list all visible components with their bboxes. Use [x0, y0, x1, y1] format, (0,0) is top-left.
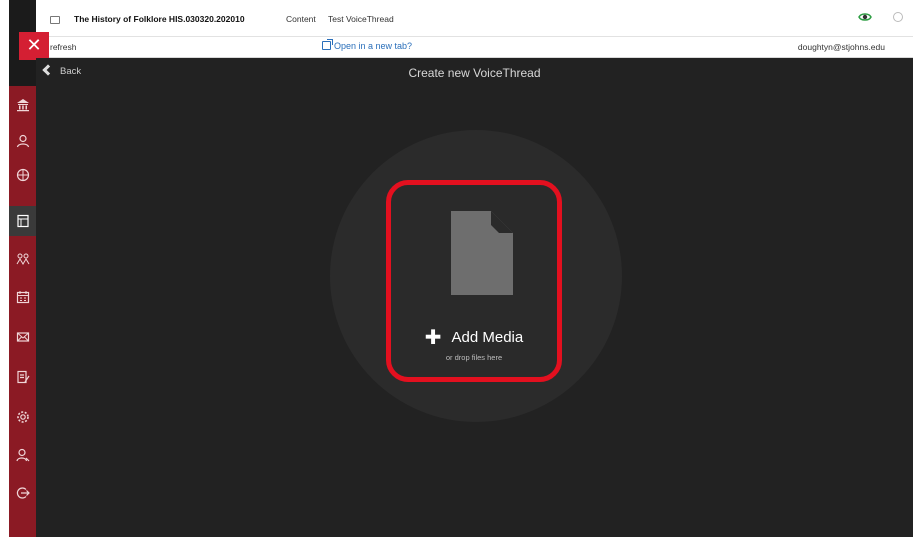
close-button[interactable]: ✕: [19, 32, 49, 60]
globe-icon[interactable]: [9, 160, 36, 190]
plus-icon: ✚: [424, 327, 442, 349]
course-icon: [50, 16, 60, 24]
add-media-label: Add Media: [451, 329, 524, 346]
refresh-link[interactable]: refresh: [50, 42, 76, 52]
groups-icon[interactable]: [9, 244, 36, 274]
person-icon[interactable]: [9, 126, 36, 156]
content-icon[interactable]: [9, 206, 36, 236]
document-icon: [451, 211, 513, 295]
page-title: Create new VoiceThread: [408, 66, 541, 80]
breadcrumb-page[interactable]: Test VoiceThread: [328, 14, 394, 24]
course-title[interactable]: The History of Folklore HIS.030320.20201…: [74, 14, 245, 24]
nav-edge-strip: [0, 0, 9, 537]
account-icon[interactable]: [9, 440, 36, 470]
add-media-button[interactable]: ✚ Add Media: [391, 325, 557, 350]
left-nav: [0, 0, 36, 537]
add-media-dropzone[interactable]: ✚ Add Media or drop files here: [386, 180, 562, 382]
open-new-tab-link[interactable]: Open in a new tab?: [322, 39, 413, 51]
logout-icon[interactable]: [9, 478, 36, 508]
open-new-tab-label: Open in a new tab?: [334, 41, 413, 51]
user-email: doughtyn@stjohns.edu: [797, 42, 885, 52]
mail-icon[interactable]: [9, 322, 36, 352]
top-header: The History of Folklore HIS.030320.20201…: [0, 0, 913, 36]
institution-icon[interactable]: [9, 90, 36, 120]
calendar-icon[interactable]: [9, 282, 36, 312]
drop-hint: or drop files here: [445, 353, 503, 362]
settings-icon[interactable]: [9, 402, 36, 432]
sub-toolbar: refresh Open in a new tab? doughtyn@stjo…: [0, 36, 913, 58]
breadcrumb-content[interactable]: Content: [286, 14, 316, 24]
eye-icon[interactable]: [857, 10, 873, 24]
main-stage: Back Create new VoiceThread ✚ Add Media o…: [36, 58, 913, 537]
external-link-icon: [322, 39, 333, 50]
close-circle-icon[interactable]: [893, 12, 903, 22]
grades-icon[interactable]: [9, 362, 36, 392]
